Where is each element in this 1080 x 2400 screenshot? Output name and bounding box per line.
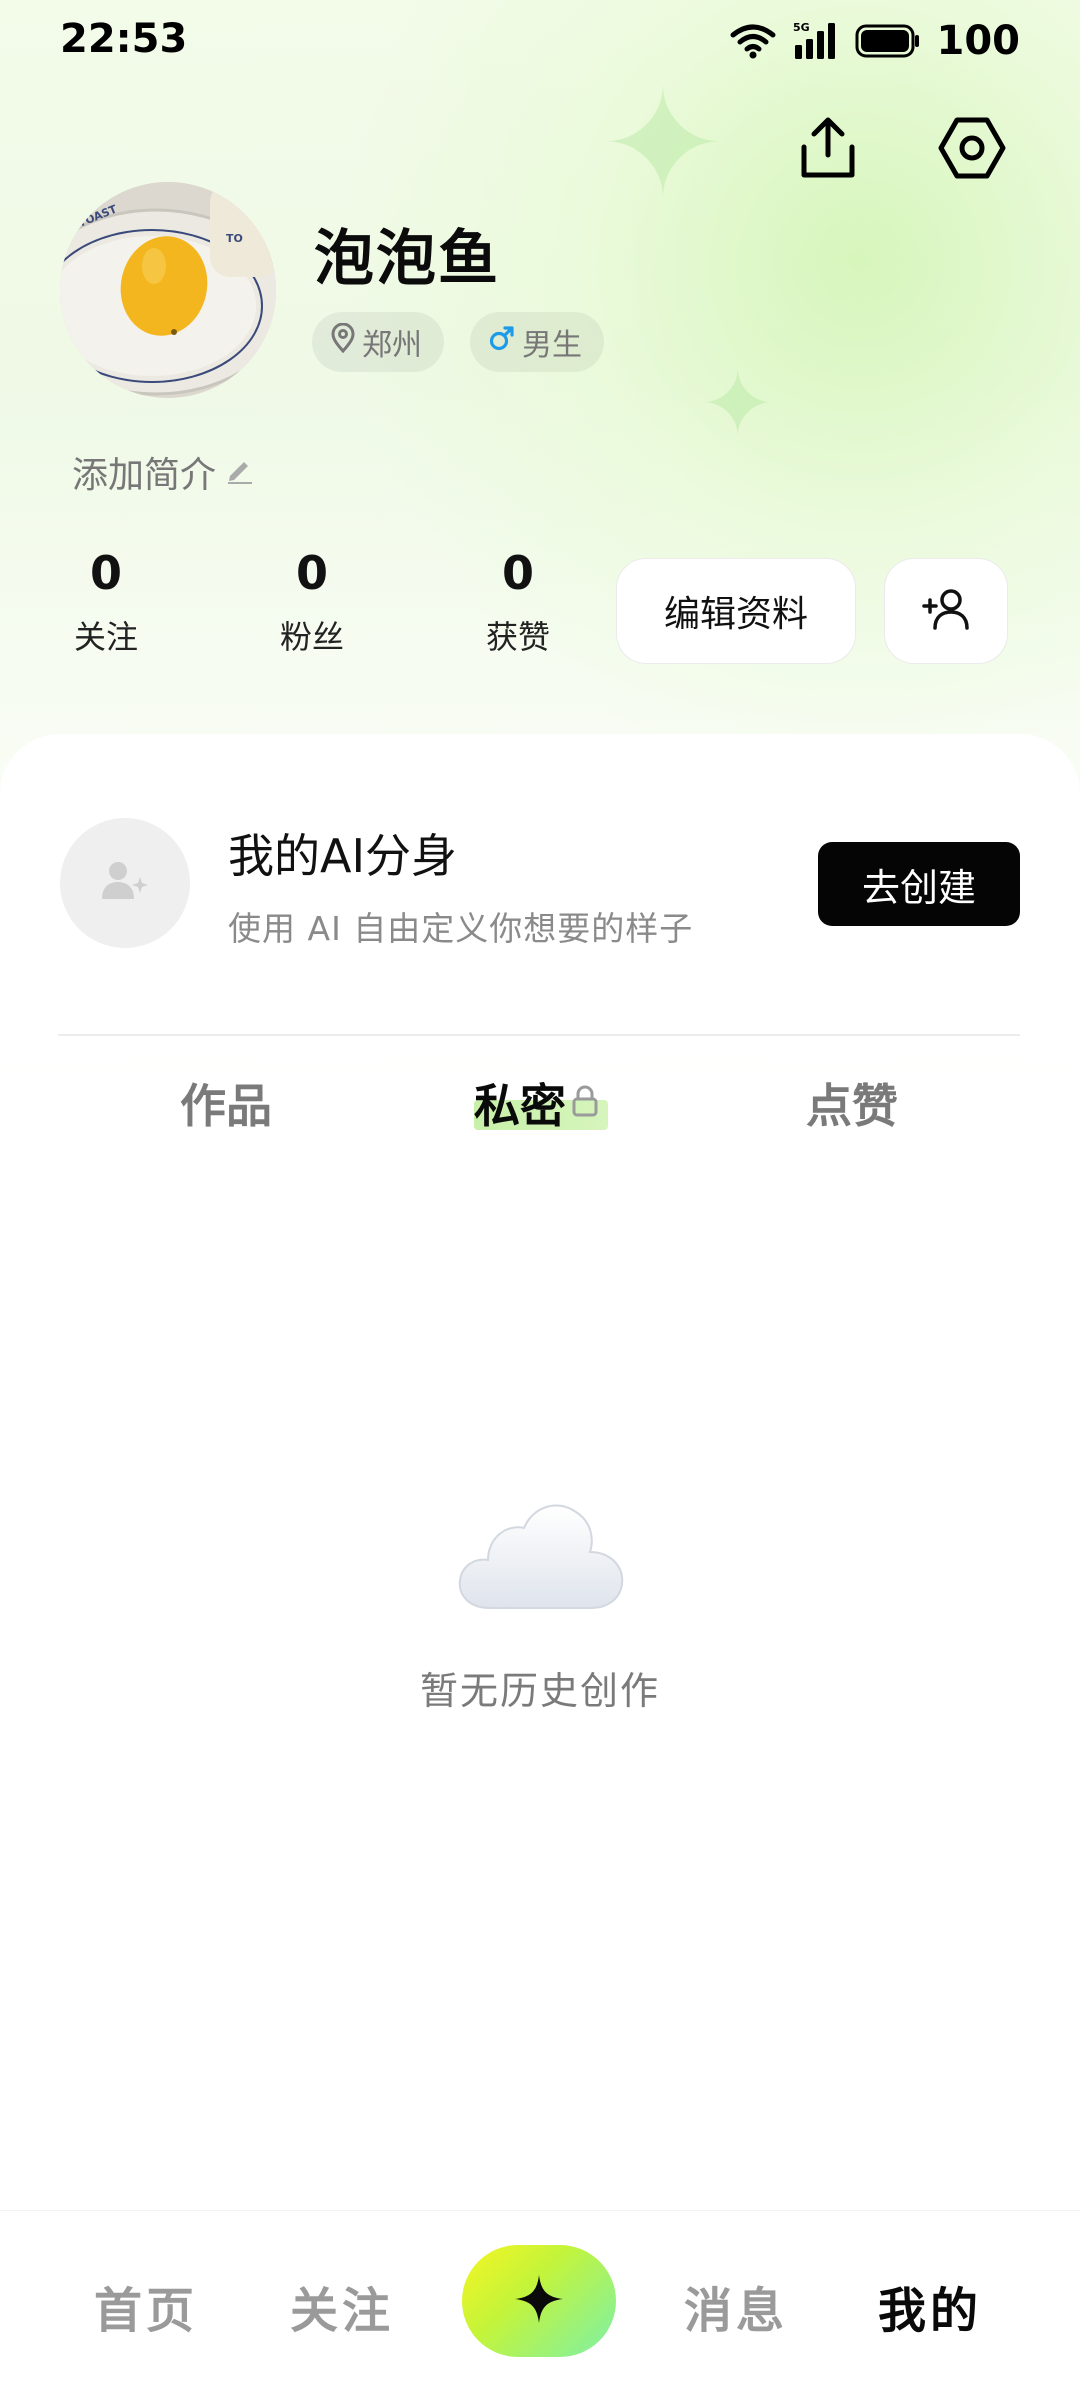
status-time: 22:53 xyxy=(60,16,188,62)
ai-clone-title: 我的AI分身 xyxy=(228,829,458,883)
tab-works[interactable]: 作品 xyxy=(180,1070,272,1136)
share-icon[interactable] xyxy=(788,108,868,188)
avatar[interactable]: TO TOAST xyxy=(60,182,276,398)
location-label: 郑州 xyxy=(362,328,422,363)
tab-private[interactable]: 私密 xyxy=(474,1070,600,1136)
battery-percent: 100 xyxy=(936,18,1021,64)
nav-home[interactable]: 首页 xyxy=(94,2271,198,2341)
stat-label: 关注 xyxy=(73,618,138,656)
nav-me[interactable]: 我的 xyxy=(878,2271,982,2341)
bio-placeholder: 添加简介 xyxy=(72,455,217,496)
stat-label: 粉丝 xyxy=(279,618,344,656)
ai-clone-card: 我的AI分身 使用 AI 自由定义你想要的样子 去创建 xyxy=(0,734,1080,1034)
cloud-icon xyxy=(452,1490,628,1614)
star-decoration: ✦ xyxy=(700,352,776,457)
gender-label: 男生 xyxy=(522,328,582,363)
stat-value: 0 xyxy=(501,546,534,600)
battery-icon xyxy=(855,23,921,59)
lock-icon xyxy=(570,1076,600,1130)
ai-avatar-placeholder xyxy=(60,818,190,948)
signal-5g-icon: 5G xyxy=(793,21,839,61)
ai-user-sparkle-icon xyxy=(100,859,150,907)
svg-text:TO: TO xyxy=(226,232,243,245)
create-ai-clone-button[interactable]: 去创建 xyxy=(818,842,1020,926)
stat-followers[interactable]: 0 粉丝 xyxy=(242,550,382,658)
male-icon xyxy=(488,324,516,360)
bio-add[interactable]: 添加简介 xyxy=(72,446,254,498)
username: 泡泡鱼 xyxy=(314,224,500,294)
sparkle-icon xyxy=(513,2273,565,2329)
nav-messages[interactable]: 消息 xyxy=(684,2271,788,2341)
add-friend-button[interactable] xyxy=(884,558,1008,664)
tab-label: 私密 xyxy=(474,1079,566,1133)
empty-state-message: 暂无历史创作 xyxy=(419,1669,660,1713)
location-pin-icon xyxy=(330,322,356,361)
settings-icon[interactable] xyxy=(932,108,1012,188)
edit-profile-button[interactable]: 编辑资料 xyxy=(616,558,856,664)
tab-likes[interactable]: 点赞 xyxy=(806,1070,898,1136)
add-user-icon xyxy=(921,586,971,636)
stat-value: 0 xyxy=(295,546,328,600)
status-icons: 5G 100 xyxy=(729,16,1021,66)
stat-label: 获赞 xyxy=(485,618,550,656)
location-tag: 郑州 xyxy=(312,312,444,372)
divider xyxy=(58,1034,1020,1036)
pencil-icon xyxy=(224,452,254,493)
ai-clone-subtitle: 使用 AI 自由定义你想要的样子 xyxy=(228,909,694,948)
status-bar: 22:53 5G 100 xyxy=(0,0,1080,84)
nav-following[interactable]: 关注 xyxy=(290,2271,394,2341)
profile-screen: ✦ ✦ 22:53 5G 100 TO TOAST 泡泡鱼 郑州 男生 添加简介… xyxy=(0,0,1080,2400)
star-decoration: ✦ xyxy=(600,58,726,232)
wifi-icon xyxy=(729,21,777,61)
stat-value: 0 xyxy=(89,546,122,600)
bottom-nav: 首页 关注 消息 我的 xyxy=(0,2210,1080,2400)
nav-create-button[interactable] xyxy=(462,2245,616,2357)
stat-likes[interactable]: 0 获赞 xyxy=(448,550,588,658)
svg-text:5G: 5G xyxy=(793,21,810,34)
stat-following[interactable]: 0 关注 xyxy=(36,550,176,658)
gender-tag: 男生 xyxy=(470,312,604,372)
